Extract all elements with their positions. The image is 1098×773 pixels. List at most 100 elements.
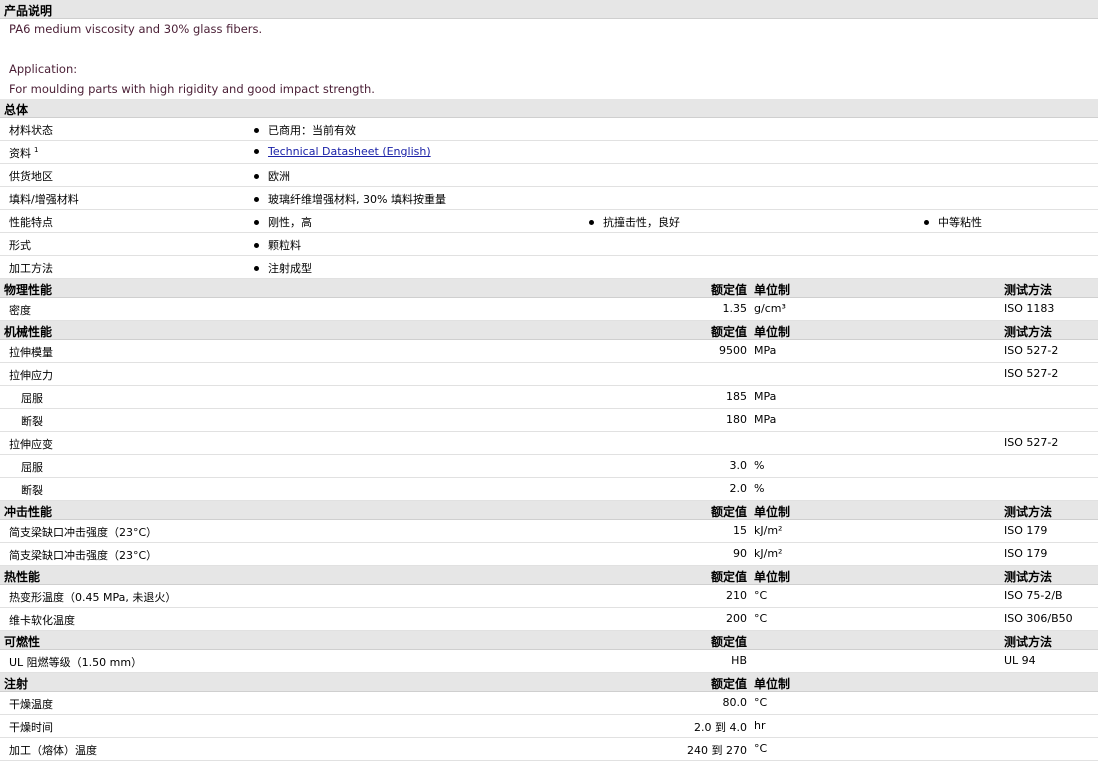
nominal-value: 180 [726, 413, 747, 426]
property-label: 维卡软化温度 [9, 614, 75, 627]
test-method: ISO 306/B50 [1004, 612, 1073, 625]
property-label: 拉伸应变 [9, 438, 53, 451]
bullet-icon [254, 149, 259, 154]
description-line: Application: [9, 62, 78, 76]
physical-properties-title: 物理性能 [4, 283, 53, 297]
bullet-icon [254, 128, 259, 133]
unit: kJ/m² [754, 524, 783, 537]
product-description-header: 产品说明 [0, 0, 1098, 19]
injection-title: 注射 [4, 677, 29, 691]
test-method: ISO 75-2/B [1004, 589, 1063, 602]
property-row: 干燥温度 80.0 °C [0, 692, 1098, 715]
bullet-icon [254, 266, 259, 271]
nominal-value: 90 [733, 547, 747, 560]
property-label: 断裂 [21, 484, 43, 497]
property-row: 热变形温度（0.45 MPa, 未退火） 210 °C ISO 75-2/B [0, 585, 1098, 608]
property-row: 断裂 180 MPa [0, 409, 1098, 432]
unit: °C [754, 612, 768, 625]
property-label: 屈服 [21, 392, 43, 405]
bullet-item: 注射成型 [254, 260, 312, 276]
unit-column: 单位制 [754, 283, 791, 297]
property-label: 热变形温度（0.45 MPa, 未退火） [9, 591, 177, 604]
general-header: 总体 [0, 99, 1098, 118]
bullet-icon [589, 220, 594, 225]
general-row: 加工方法 注射成型 [0, 256, 1098, 279]
unit-column: 单位制 [754, 505, 791, 519]
test-method-column: 测试方法 [1004, 505, 1053, 519]
bullet-icon [254, 174, 259, 179]
property-row: 加工（熔体）温度 240 到 270 °C [0, 738, 1098, 761]
property-row: UL 阻燃等级（1.50 mm） HB UL 94 [0, 650, 1098, 673]
mechanical-properties-header: 机械性能 额定值 单位制 测试方法 [0, 321, 1098, 340]
datasheet: 产品说明 PA6 medium viscosity and 30% glass f… [0, 0, 1098, 761]
unit: g/cm³ [754, 302, 786, 315]
row-label: 加工方法 [9, 262, 53, 275]
test-method-column: 测试方法 [1004, 570, 1053, 584]
nominal-value: 3.0 [729, 459, 748, 472]
property-row: 密度 1.35 g/cm³ ISO 1183 [0, 298, 1098, 321]
property-row: 屈服 185 MPa [0, 386, 1098, 409]
test-method: ISO 527-2 [1004, 344, 1059, 357]
test-method: ISO 527-2 [1004, 367, 1059, 380]
datasheet-link[interactable]: Technical Datasheet (English) [268, 145, 431, 158]
product-description-title: 产品说明 [4, 4, 53, 18]
physical-properties-header: 物理性能 额定值 单位制 测试方法 [0, 279, 1098, 298]
nominal-value: 80.0 [722, 696, 748, 709]
mechanical-properties-title: 机械性能 [4, 325, 53, 339]
row-label: 供货地区 [9, 170, 53, 183]
property-row: 维卡软化温度 200 °C ISO 306/B50 [0, 608, 1098, 631]
bullet-item: 中等粘性 [924, 214, 982, 230]
test-method-column: 测试方法 [1004, 325, 1053, 339]
property-row: 断裂 2.0% [0, 478, 1098, 501]
bullet-item: 玻璃纤维增强材料, 30% 填料按重量 [254, 191, 446, 207]
description-line: PA6 medium viscosity and 30% glass fiber… [9, 22, 263, 36]
unit: MPa [754, 413, 777, 426]
row-label: 填料/增强材料 [9, 193, 79, 206]
row-label: 资料 1 [9, 146, 39, 160]
description-text: PA6 medium viscosity and 30% glass fiber… [0, 19, 1098, 99]
property-label: 断裂 [21, 415, 43, 428]
nominal-value: HB [731, 654, 747, 667]
bullet-icon [254, 243, 259, 248]
thermal-properties-header: 热性能 额定值 单位制 测试方法 [0, 566, 1098, 585]
bullet-item: 已商用：当前有效 [254, 122, 356, 138]
nominal-value: 2.0 [729, 482, 748, 495]
bullet-text: 抗撞击性，良好 [603, 216, 680, 229]
unit: MPa [754, 344, 777, 357]
unit: °C [754, 696, 768, 709]
nominal-value: 200 [726, 612, 747, 625]
row-label: 材料状态 [9, 124, 53, 137]
unit: °C [754, 589, 768, 602]
property-row: 简支梁缺口冲击强度（23°C） 15 kJ/m² ISO 179 [0, 520, 1098, 543]
property-row: 简支梁缺口冲击强度（23°C） 90 kJ/m² ISO 179 [0, 543, 1098, 566]
nominal-value: 9500 [719, 344, 747, 357]
bullet-text: 玻璃纤维增强材料, 30% 填料按重量 [268, 193, 446, 206]
property-label: 干燥时间 [9, 721, 53, 734]
unit: °C [754, 742, 768, 755]
unit-column: 单位制 [754, 570, 791, 584]
property-label: 干燥温度 [9, 698, 53, 711]
test-method-column: 测试方法 [1004, 635, 1053, 649]
test-method: UL 94 [1004, 654, 1036, 667]
unit: % [754, 482, 765, 495]
test-method-column: 测试方法 [1004, 283, 1053, 297]
property-label: 屈服 [21, 461, 43, 474]
general-row: 供货地区 欧洲 [0, 164, 1098, 187]
injection-header: 注射 额定值 单位制 [0, 673, 1098, 692]
property-label: 简支梁缺口冲击强度（23°C） [9, 526, 158, 539]
bullet-text: 刚性，高 [268, 216, 312, 229]
unit-column: 单位制 [754, 325, 791, 339]
nominal-value: 1.35 [722, 302, 748, 315]
general-row: 填料/增强材料 玻璃纤维增强材料, 30% 填料按重量 [0, 187, 1098, 210]
bullet-icon [254, 220, 259, 225]
general-row: 材料状态 已商用：当前有效 [0, 118, 1098, 141]
impact-properties-title: 冲击性能 [4, 505, 53, 519]
general-row: 性能特点 刚性，高 抗撞击性，良好 中等粘性 [0, 210, 1098, 233]
bullet-text: 欧洲 [268, 170, 290, 183]
property-row: 干燥时间 2.0 到 4.0 hr [0, 715, 1098, 738]
nominal-value-column: 额定值 [710, 505, 747, 519]
general-title: 总体 [4, 103, 29, 117]
bullet-text: 已商用：当前有效 [268, 124, 356, 137]
nominal-value: 210 [726, 589, 747, 602]
